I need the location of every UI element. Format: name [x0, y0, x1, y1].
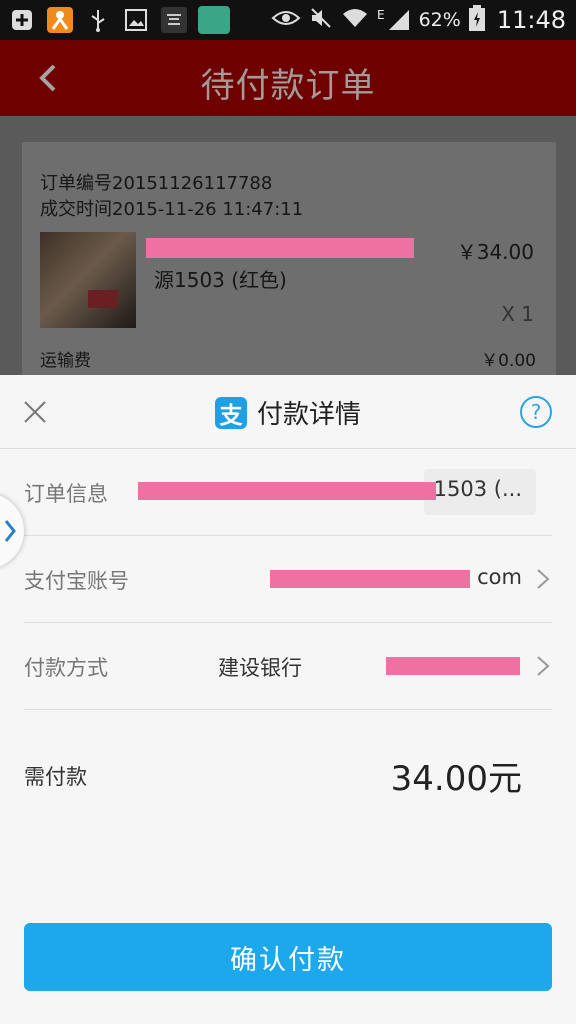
clock: 11:48 [496, 6, 566, 34]
shipping-value: ￥0.00 [481, 351, 536, 371]
status-bar: E 62% 11:48 [0, 0, 576, 40]
redaction-bar [146, 238, 414, 258]
alipay-icon: 支 [214, 396, 247, 429]
usb-icon [84, 6, 112, 34]
signal-icon: E [377, 8, 411, 32]
amount-label: 需付款 [24, 765, 87, 789]
redaction-bar [138, 482, 436, 500]
chevron-right-icon [536, 655, 550, 677]
battery-percent: 62% [418, 9, 461, 31]
shipping-label: 运输费 [40, 351, 91, 371]
order-info-row[interactable]: 订单信息 1503 (... [24, 449, 552, 536]
page-title: 待付款订单 [200, 66, 376, 106]
order-info-value: 1503 (... [423, 469, 536, 515]
product-variant: 源1503 (红色) [154, 268, 287, 292]
payment-method-label: 付款方式 [24, 656, 108, 680]
shop-icon [160, 6, 188, 34]
battery-icon [468, 5, 485, 35]
help-icon[interactable]: ? [520, 396, 552, 428]
title-bar: 待付款订单 [0, 40, 576, 116]
alipay-account-value: com [477, 565, 522, 589]
sheet-header: 支 付款详情 ? [0, 375, 576, 449]
deal-time: 成交时间2015-11-26 11:47:11 [40, 199, 304, 220]
mute-icon [309, 6, 333, 34]
haolemai-app-icon [198, 6, 230, 34]
payment-sheet: 支 付款详情 ? 订单信息 1503 (... 支付宝账号 com 付款方式 建… [0, 375, 576, 1024]
app-icon [46, 6, 74, 34]
amount-value: 34.00元 [390, 759, 522, 799]
product-quantity: X 1 [501, 302, 534, 326]
payment-method-value: 建设银行 [218, 656, 302, 680]
chevron-right-icon [536, 568, 550, 590]
alipay-account-label: 支付宝账号 [24, 569, 129, 593]
chevron-right-icon [4, 519, 16, 543]
order-number: 订单编号20151126117788 [40, 173, 273, 194]
alipay-account-row[interactable]: 支付宝账号 com [24, 536, 552, 623]
sheet-title: 付款详情 [256, 400, 361, 430]
confirm-payment-button[interactable]: 确认付款 [24, 923, 552, 991]
redaction-bar [270, 570, 470, 588]
add-icon [8, 6, 36, 34]
payment-method-row[interactable]: 付款方式 建设银行 [24, 623, 552, 710]
product-price: ￥34.00 [456, 240, 534, 264]
product-image [40, 232, 136, 328]
order-info-label: 订单信息 [24, 482, 108, 506]
eye-icon [271, 8, 301, 32]
redaction-bar [386, 657, 520, 675]
image-icon [122, 6, 150, 34]
wifi-icon [341, 7, 369, 33]
